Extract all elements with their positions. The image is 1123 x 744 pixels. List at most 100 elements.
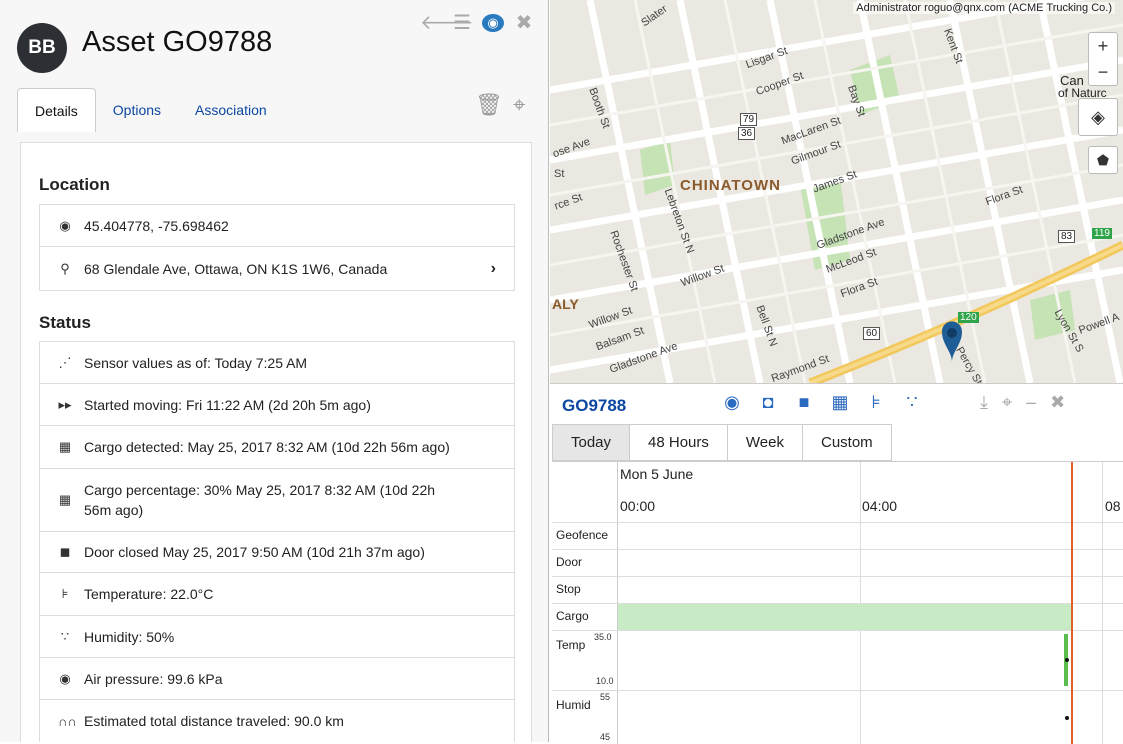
status-row: ⋰ Sensor values as of: Today 7:25 AM	[40, 342, 514, 384]
close-icon[interactable]: ✖	[513, 10, 535, 35]
zoom-out-button[interactable]: −	[1088, 59, 1118, 86]
thermometer-icon: ⊧	[61, 586, 69, 601]
crosshair-icon[interactable]: ⌖	[513, 92, 525, 118]
cargo-icon: ▦	[58, 492, 72, 507]
time-tick: 08	[1105, 498, 1121, 514]
humidity-icon[interactable]: ∵	[900, 392, 924, 413]
road-shield: 119	[1092, 228, 1112, 239]
status-row: ⊧ Temperature: 22.0°C	[40, 573, 514, 616]
time-tick: 00:00	[620, 498, 656, 514]
layers-button[interactable]: ◈	[1078, 98, 1118, 136]
humid-max-label: 55	[600, 692, 611, 702]
status-row: ∩∩ Estimated total distance traveled: 90…	[40, 700, 514, 742]
door-icon[interactable]: ◘	[756, 392, 780, 413]
details-content: Location ◉ 45.404778, -75.698462 ⚲ 68 Gl…	[20, 142, 532, 742]
grid-line	[552, 690, 1123, 691]
list-icon[interactable]: ☰	[451, 10, 473, 35]
cargo-bar	[618, 604, 1072, 630]
current-time-line	[1071, 462, 1073, 744]
tab-details[interactable]: Details	[17, 88, 96, 132]
back-arrow-icon[interactable]: 🡐	[420, 10, 474, 35]
trash-icon[interactable]: 🗑	[475, 92, 503, 118]
blackberry-logo: BB	[17, 23, 67, 73]
row-label-door: Door	[556, 555, 583, 569]
thermometer-icon[interactable]: ⊧	[864, 392, 888, 413]
humid-min-label: 45	[600, 732, 611, 742]
square-icon[interactable]: ■	[792, 392, 816, 413]
rss-icon: ⋰	[58, 354, 72, 370]
time-tick: 04:00	[862, 498, 898, 514]
timeline-asset-name: GO9788	[562, 396, 627, 415]
draw-polygon-button[interactable]: ⬟	[1088, 146, 1118, 174]
binoculars-icon: ∩∩	[58, 713, 77, 729]
range-week[interactable]: Week	[727, 424, 803, 461]
status-text: Cargo detected: May 25, 2017 8:32 AM (10…	[84, 439, 450, 455]
address-value: 68 Glendale Ave, Ottawa, ON K1S 1W6, Can…	[84, 260, 388, 277]
grid-line	[552, 576, 1123, 577]
download-icon[interactable]: ⤓	[980, 392, 988, 413]
status-row: ▦ Cargo detected: May 25, 2017 8:32 AM (…	[40, 426, 514, 469]
map-view[interactable]: CHINATOWN ALY Slater Lisgar St Cooper St…	[550, 0, 1123, 383]
status-text: Estimated total distance traveled: 90.0 …	[84, 713, 344, 729]
globe-icon: ◉	[59, 217, 71, 233]
coordinates-value: 45.404778, -75.698462	[84, 217, 229, 234]
humidity-icon: ∵	[60, 628, 70, 644]
humidity-point	[1065, 716, 1069, 720]
range-custom[interactable]: Custom	[802, 424, 892, 461]
status-text: Cargo percentage: 30% May 25, 2017 8:32 …	[84, 482, 436, 518]
page-title: Asset GO9788	[82, 26, 273, 58]
road-shield: 79	[740, 113, 758, 126]
status-text: Air pressure: 99.6 kPa	[84, 670, 223, 687]
door-icon: ◼	[59, 544, 71, 559]
close-icon[interactable]: ✖	[1050, 392, 1065, 413]
row-label-humid: Humid	[556, 698, 591, 712]
zoom-in-button[interactable]: +	[1088, 32, 1118, 60]
header-toolbar: 🡐 ☰ ◉ ✖	[420, 10, 535, 35]
detail-tabs: Details Options Association	[17, 88, 284, 132]
range-48-hours[interactable]: 48 Hours	[630, 424, 728, 461]
tab-tools: 🗑 ⌖	[475, 92, 525, 118]
fast-forward-icon: ▸▸	[58, 396, 72, 412]
status-text: Door closed May 25, 2017 9:50 AM (10d 21…	[84, 544, 425, 560]
location-heading: Location	[39, 175, 110, 194]
minimize-icon[interactable]: –	[1026, 392, 1036, 413]
pentagon-icon: ⬟	[1096, 152, 1110, 168]
timeline-panel: GO9788 ◉ ◘ ■ ▦ ⊧ ∵ ⤓ ⌖ – ✖ Today 48 Hour…	[550, 383, 1123, 744]
range-today[interactable]: Today	[552, 424, 631, 461]
sensor-toggles: ◉ ◘ ■ ▦ ⊧ ∵	[720, 392, 924, 413]
location-box: ◉ 45.404778, -75.698462 ⚲ 68 Glendale Av…	[39, 204, 515, 291]
status-text: Started moving: Fri 11:22 AM (2d 20h 5m …	[84, 396, 371, 413]
status-text: Temperature: 22.0°C	[84, 586, 214, 602]
cargo-icon: ▦	[58, 439, 72, 454]
tab-options[interactable]: Options	[96, 88, 178, 132]
globe-icon[interactable]: ◉	[720, 392, 744, 413]
row-label-stop: Stop	[556, 582, 581, 596]
neighbourhood-label: CHINATOWN	[680, 177, 781, 194]
date-label: Mon 5 June	[620, 466, 694, 482]
timeline-actions: ⤓ ⌖ – ✖	[980, 392, 1065, 413]
grid-line	[552, 522, 1123, 523]
coordinates-row: ◉ 45.404778, -75.698462	[40, 205, 514, 247]
temp-max-label: 35.0	[594, 632, 612, 642]
row-label-geofence: Geofence	[556, 528, 609, 542]
cargo-icon[interactable]: ▦	[828, 392, 852, 413]
status-row: ▦ Cargo percentage: 30% May 25, 2017 8:3…	[40, 469, 514, 532]
status-heading: Status	[39, 313, 91, 332]
road-shield: 83	[1058, 230, 1076, 243]
chevron-right-icon[interactable]: ›	[491, 260, 496, 278]
row-label-cargo: Cargo	[556, 609, 589, 623]
neighbourhood-label: ALY	[552, 296, 579, 312]
address-row[interactable]: ⚲ 68 Glendale Ave, Ottawa, ON K1S 1W6, C…	[40, 247, 514, 290]
crosshair-icon[interactable]: ⌖	[1002, 392, 1012, 413]
status-row: ∵ Humidity: 50%	[40, 616, 514, 658]
status-row: ◉ Air pressure: 99.6 kPa	[40, 658, 514, 700]
temp-point	[1065, 658, 1069, 662]
status-text: Humidity: 50%	[84, 628, 175, 645]
time-range-tabs: Today 48 Hours Week Custom	[552, 424, 892, 461]
tab-association[interactable]: Association	[178, 88, 284, 132]
grid-line	[552, 549, 1123, 550]
timeline-grid: Mon 5 June 00:00 04:00 08 Geofence Door …	[552, 461, 1123, 744]
panel-header: BB Asset GO9788 🡐 ☰ ◉ ✖	[0, 0, 548, 80]
globe-icon[interactable]: ◉	[482, 13, 504, 32]
status-text: Sensor values as of: Today 7:25 AM	[84, 354, 308, 371]
